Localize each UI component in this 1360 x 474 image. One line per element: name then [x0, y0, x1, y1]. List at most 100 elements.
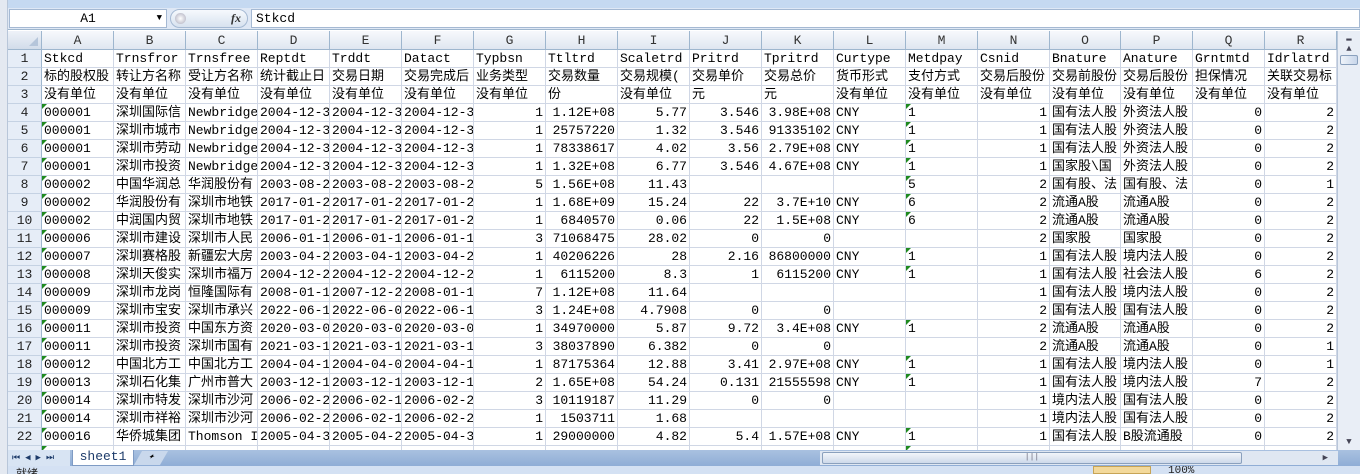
cell-C8[interactable]: 华润股份有 — [186, 176, 258, 194]
cell-A7[interactable]: 000001 — [42, 158, 114, 176]
column-header-G[interactable]: G — [474, 31, 546, 50]
row-header[interactable]: 7 — [8, 158, 42, 176]
cell-F3[interactable]: 没有单位 — [402, 86, 474, 104]
row-header[interactable]: 16 — [8, 320, 42, 338]
cell-D12[interactable]: 2003-04-2 — [258, 248, 330, 266]
cell-K19[interactable]: 21555598 — [762, 374, 834, 392]
cell-Q14[interactable]: 0 — [1193, 284, 1265, 302]
cell-R20[interactable]: 2 — [1265, 392, 1337, 410]
cell-E8[interactable]: 2003-08-2 — [330, 176, 402, 194]
cell-E22[interactable]: 2005-04-2 — [330, 428, 402, 446]
cell-A6[interactable]: 000001 — [42, 140, 114, 158]
cell-O10[interactable]: 流通A股 — [1050, 212, 1121, 230]
cell-L17[interactable] — [834, 338, 906, 356]
cell-E18[interactable]: 2004-04-0 — [330, 356, 402, 374]
cell-P21[interactable]: 国有法人股 — [1121, 410, 1193, 428]
cell-I7[interactable]: 6.77 — [618, 158, 690, 176]
cell-M15[interactable] — [906, 302, 978, 320]
cell-H5[interactable]: 25757220 — [546, 122, 618, 140]
cell-R4[interactable]: 2 — [1265, 104, 1337, 122]
cell-F4[interactable]: 2004-12-3 — [402, 104, 474, 122]
cell-H12[interactable]: 40206226 — [546, 248, 618, 266]
cell-F11[interactable]: 2006-01-1 — [402, 230, 474, 248]
row-header[interactable]: 18 — [8, 356, 42, 374]
cell-G11[interactable]: 3 — [474, 230, 546, 248]
cell-P17[interactable]: 流通A股 — [1121, 338, 1193, 356]
cell-B9[interactable]: 华润股份有 — [114, 194, 186, 212]
cell-N17[interactable]: 2 — [978, 338, 1050, 356]
cell-E19[interactable]: 2003-12-1 — [330, 374, 402, 392]
cell-K13[interactable]: 6115200 — [762, 266, 834, 284]
cell-A9[interactable]: 000002 — [42, 194, 114, 212]
cell-I17[interactable]: 6.382 — [618, 338, 690, 356]
cell-Q3[interactable]: 没有单位 — [1193, 86, 1265, 104]
cell-H10[interactable]: 6840570 — [546, 212, 618, 230]
cell-K5[interactable]: 91335102 — [762, 122, 834, 140]
cell-H19[interactable]: 1.65E+08 — [546, 374, 618, 392]
cell-A10[interactable]: 000002 — [42, 212, 114, 230]
cell-D13[interactable]: 2004-12-2 — [258, 266, 330, 284]
cell-B10[interactable]: 中润国内贸 — [114, 212, 186, 230]
row-header[interactable]: 2 — [8, 68, 42, 86]
column-header-E[interactable]: E — [330, 31, 402, 50]
cell-D9[interactable]: 2017-01-2 — [258, 194, 330, 212]
cell-L2[interactable]: 货币形式 — [834, 68, 906, 86]
cell-O9[interactable]: 流通A股 — [1050, 194, 1121, 212]
cell-K20[interactable]: 0 — [762, 392, 834, 410]
cell-D17[interactable]: 2021-03-1 — [258, 338, 330, 356]
cell-G6[interactable]: 1 — [474, 140, 546, 158]
cell-G8[interactable]: 5 — [474, 176, 546, 194]
cell-F8[interactable]: 2003-08-2 — [402, 176, 474, 194]
cell-P6[interactable]: 外资法人股 — [1121, 140, 1193, 158]
row-header[interactable]: 5 — [8, 122, 42, 140]
cell-F21[interactable]: 2006-02-2 — [402, 410, 474, 428]
cell-G9[interactable]: 1 — [474, 194, 546, 212]
cell-K16[interactable]: 3.4E+08 — [762, 320, 834, 338]
cell-N9[interactable]: 2 — [978, 194, 1050, 212]
cell-Q11[interactable]: 0 — [1193, 230, 1265, 248]
cell-Q15[interactable]: 0 — [1193, 302, 1265, 320]
cell-P9[interactable]: 流通A股 — [1121, 194, 1193, 212]
cell-F18[interactable]: 2004-04-1 — [402, 356, 474, 374]
cell-N6[interactable]: 1 — [978, 140, 1050, 158]
cell-O21[interactable]: 境内法人股 — [1050, 410, 1121, 428]
cell-O17[interactable]: 流通A股 — [1050, 338, 1121, 356]
cell-N21[interactable]: 1 — [978, 410, 1050, 428]
cell-P1[interactable]: Anature — [1121, 50, 1193, 68]
scroll-up-icon[interactable]: ▲ — [1339, 41, 1359, 57]
cell-K7[interactable]: 4.67E+08 — [762, 158, 834, 176]
cell-D21[interactable]: 2006-02-2 — [258, 410, 330, 428]
cell-R12[interactable]: 2 — [1265, 248, 1337, 266]
cell-C13[interactable]: 深圳市福万 — [186, 266, 258, 284]
cell-F13[interactable]: 2004-12-2 — [402, 266, 474, 284]
cell-E2[interactable]: 交易日期 — [330, 68, 402, 86]
cell-C22[interactable]: Thomson I — [186, 428, 258, 446]
cell-D18[interactable]: 2004-04-1 — [258, 356, 330, 374]
cell-P18[interactable]: 境内法人股 — [1121, 356, 1193, 374]
cell-E12[interactable]: 2003-04-1 — [330, 248, 402, 266]
cell-R18[interactable]: 1 — [1265, 356, 1337, 374]
cell-L16[interactable]: CNY — [834, 320, 906, 338]
cell-L22[interactable]: CNY — [834, 428, 906, 446]
cell-P7[interactable]: 外资法人股 — [1121, 158, 1193, 176]
cell-Q12[interactable]: 0 — [1193, 248, 1265, 266]
cell-H11[interactable]: 71068475 — [546, 230, 618, 248]
cell-N4[interactable]: 1 — [978, 104, 1050, 122]
cell-O1[interactable]: Bnature — [1050, 50, 1121, 68]
cell-K11[interactable]: 0 — [762, 230, 834, 248]
cell-G18[interactable]: 1 — [474, 356, 546, 374]
cell-R21[interactable]: 2 — [1265, 410, 1337, 428]
column-header-H[interactable]: H — [546, 31, 618, 50]
row-header[interactable]: 19 — [8, 374, 42, 392]
cell-C7[interactable]: Newbridge — [186, 158, 258, 176]
cell-I15[interactable]: 4.7908 — [618, 302, 690, 320]
sheet-nav-buttons[interactable]: ⏮◀▶⏭ — [8, 450, 70, 466]
cell-R6[interactable]: 2 — [1265, 140, 1337, 158]
cell-M17[interactable] — [906, 338, 978, 356]
cell-J11[interactable]: 0 — [690, 230, 762, 248]
cell-O22[interactable]: 国有法人股 — [1050, 428, 1121, 446]
horizontal-scroll-thumb[interactable]: ||| — [822, 452, 1242, 464]
cell-M22[interactable]: 1 — [906, 428, 978, 446]
cell-P13[interactable]: 社会法人股 — [1121, 266, 1193, 284]
horizontal-scrollbar[interactable]: ||| ▶ — [820, 451, 1338, 465]
